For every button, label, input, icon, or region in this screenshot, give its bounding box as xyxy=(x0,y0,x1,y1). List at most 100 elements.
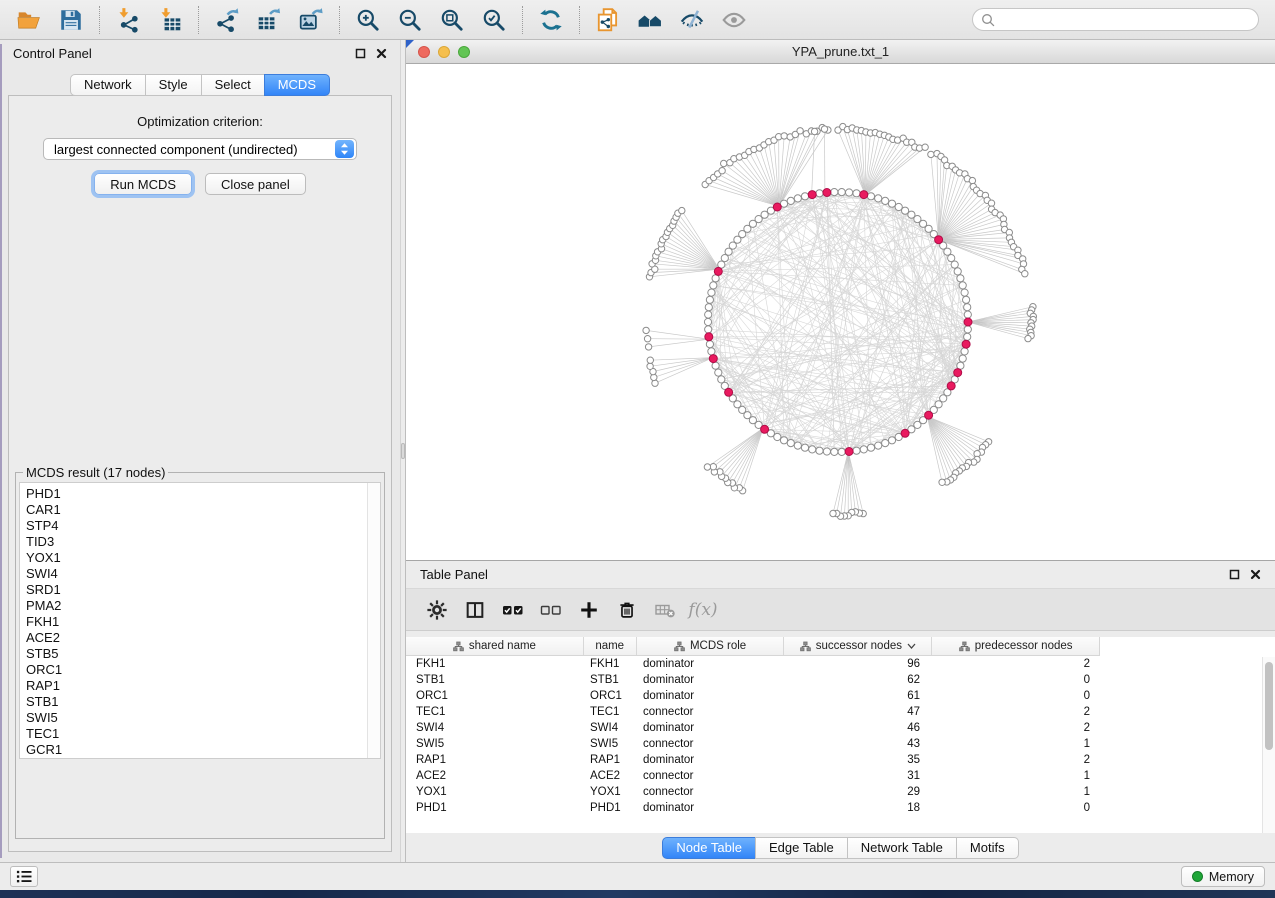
table-row[interactable]: TEC1TEC1connector472 xyxy=(406,704,1275,720)
table-cell: ACE2 xyxy=(406,770,584,782)
table-row[interactable]: YOX1YOX1connector291 xyxy=(406,784,1275,800)
network-window-titlebar[interactable]: YPA_prune.txt_1 xyxy=(406,40,1275,64)
column-header-successor-nodes[interactable]: successor nodes xyxy=(784,637,932,655)
export-table-button[interactable] xyxy=(251,4,287,36)
table-cell: connector xyxy=(637,738,785,750)
maximize-window-button[interactable] xyxy=(458,46,470,58)
column-header-mcds-role[interactable]: MCDS role xyxy=(637,637,785,655)
tab-select[interactable]: Select xyxy=(201,74,265,96)
mcds-result-item[interactable]: STB1 xyxy=(26,694,366,710)
table-cell: 0 xyxy=(933,690,1100,702)
close-panel-button-mcds[interactable]: Close panel xyxy=(205,173,306,195)
mcds-result-item[interactable]: GCR1 xyxy=(26,742,366,758)
table-row[interactable]: SWI5SWI5connector431 xyxy=(406,736,1275,752)
table-scrollbar[interactable] xyxy=(1262,657,1275,833)
zoom-in-button[interactable] xyxy=(350,4,386,36)
function-builder-button[interactable]: f(x) xyxy=(690,597,716,623)
optimization-criterion-select[interactable]: largest connected component (undirected) xyxy=(43,138,357,160)
search-field[interactable] xyxy=(972,8,1259,31)
export-image-button[interactable] xyxy=(293,4,329,36)
toolbar-separator xyxy=(99,6,100,34)
delete-columns-button[interactable] xyxy=(614,597,640,623)
deselect-all-button[interactable] xyxy=(538,597,564,623)
table-cell: 18 xyxy=(785,802,933,814)
refresh-view-button[interactable] xyxy=(533,4,569,36)
mcds-result-item[interactable]: SRD1 xyxy=(26,582,366,598)
tab-node-table[interactable]: Node Table xyxy=(662,837,756,859)
column-header-predecessor-nodes[interactable]: predecessor nodes xyxy=(932,637,1099,655)
show-panels-button[interactable] xyxy=(10,866,38,887)
import-table-button[interactable] xyxy=(152,4,188,36)
tab-network-table[interactable]: Network Table xyxy=(847,837,957,859)
mcds-result-list[interactable]: PHD1CAR1STP4TID3YOX1SWI4SRD1PMA2FKH1ACE2… xyxy=(19,482,381,759)
mcds-result-item[interactable]: RAP1 xyxy=(26,678,366,694)
tab-motifs[interactable]: Motifs xyxy=(956,837,1019,859)
eye-slash-icon xyxy=(679,7,705,33)
show-columns-button[interactable] xyxy=(462,597,488,623)
close-panel-button[interactable] xyxy=(376,48,387,59)
list-scrollbar[interactable] xyxy=(367,483,380,758)
close-table-panel-button[interactable] xyxy=(1250,569,1261,580)
mcds-result-item[interactable]: STP4 xyxy=(26,518,366,534)
table-cell: dominator xyxy=(637,722,785,734)
list-icon xyxy=(14,869,34,884)
table-cell: ORC1 xyxy=(584,690,637,702)
tab-edge-table[interactable]: Edge Table xyxy=(755,837,848,859)
table-row[interactable]: STB1STB1dominator620 xyxy=(406,672,1275,688)
zoom-selected-button[interactable] xyxy=(476,4,512,36)
column-header-name[interactable]: name xyxy=(584,637,637,655)
mcds-result-item[interactable]: PMA2 xyxy=(26,598,366,614)
minimize-window-button[interactable] xyxy=(438,46,450,58)
zoom-out-button[interactable] xyxy=(392,4,428,36)
splitter-grip[interactable] xyxy=(401,443,405,459)
select-all-button[interactable] xyxy=(500,597,526,623)
zoom-fit-button[interactable] xyxy=(434,4,470,36)
float-panel-button[interactable] xyxy=(355,48,366,59)
mcds-result-item[interactable]: TEC1 xyxy=(26,726,366,742)
unchecked-boxes-icon xyxy=(539,598,563,622)
column-label: successor nodes xyxy=(816,640,902,652)
mcds-result-item[interactable]: SWI4 xyxy=(26,566,366,582)
first-neighbors-button[interactable] xyxy=(632,4,668,36)
column-header-shared-name[interactable]: shared name xyxy=(406,637,584,655)
table-row[interactable]: SWI4SWI4dominator462 xyxy=(406,720,1275,736)
table-row[interactable]: RAP1RAP1dominator352 xyxy=(406,752,1275,768)
tab-network[interactable]: Network xyxy=(70,74,146,96)
tab-mcds[interactable]: MCDS xyxy=(264,74,330,96)
columns-icon xyxy=(464,599,486,621)
add-column-button[interactable] xyxy=(576,597,602,623)
mcds-result-item[interactable]: CAR1 xyxy=(26,502,366,518)
run-mcds-button[interactable]: Run MCDS xyxy=(94,173,192,195)
float-table-panel-button[interactable] xyxy=(1229,569,1240,580)
table-row[interactable]: FKH1FKH1dominator962 xyxy=(406,656,1275,672)
duplicate-network-button[interactable] xyxy=(590,4,626,36)
mcds-result-item[interactable]: ORC1 xyxy=(26,662,366,678)
table-options-button[interactable] xyxy=(424,597,450,623)
mcds-result-item[interactable]: YOX1 xyxy=(26,550,366,566)
scrollbar-thumb[interactable] xyxy=(1265,662,1273,750)
table-row[interactable]: PHD1PHD1dominator180 xyxy=(406,800,1275,816)
show-all-button[interactable] xyxy=(716,4,752,36)
open-file-button[interactable] xyxy=(11,4,47,36)
mcds-result-item[interactable]: ACE2 xyxy=(26,630,366,646)
mcds-result-item[interactable]: SWI5 xyxy=(26,710,366,726)
table-row[interactable]: ORC1ORC1dominator610 xyxy=(406,688,1275,704)
search-input[interactable] xyxy=(1000,12,1258,27)
save-session-button[interactable] xyxy=(53,4,89,36)
table-row[interactable]: ACE2ACE2connector311 xyxy=(406,768,1275,784)
export-network-button[interactable] xyxy=(209,4,245,36)
mcds-result-item[interactable]: FKH1 xyxy=(26,614,366,630)
delete-table-button[interactable] xyxy=(652,597,678,623)
close-window-button[interactable] xyxy=(418,46,430,58)
network-canvas[interactable] xyxy=(406,64,1275,560)
mcds-result-item[interactable]: STB5 xyxy=(26,646,366,662)
hide-selected-button[interactable] xyxy=(674,4,710,36)
tab-style[interactable]: Style xyxy=(145,74,202,96)
memory-button[interactable]: Memory xyxy=(1181,866,1265,887)
import-network-button[interactable] xyxy=(110,4,146,36)
mcds-result-item[interactable]: PHD1 xyxy=(26,486,366,502)
table-cell: SWI4 xyxy=(584,722,637,734)
mcds-result-item[interactable]: TID3 xyxy=(26,534,366,550)
table-cell: 35 xyxy=(785,754,933,766)
network-graph[interactable] xyxy=(406,64,1275,560)
